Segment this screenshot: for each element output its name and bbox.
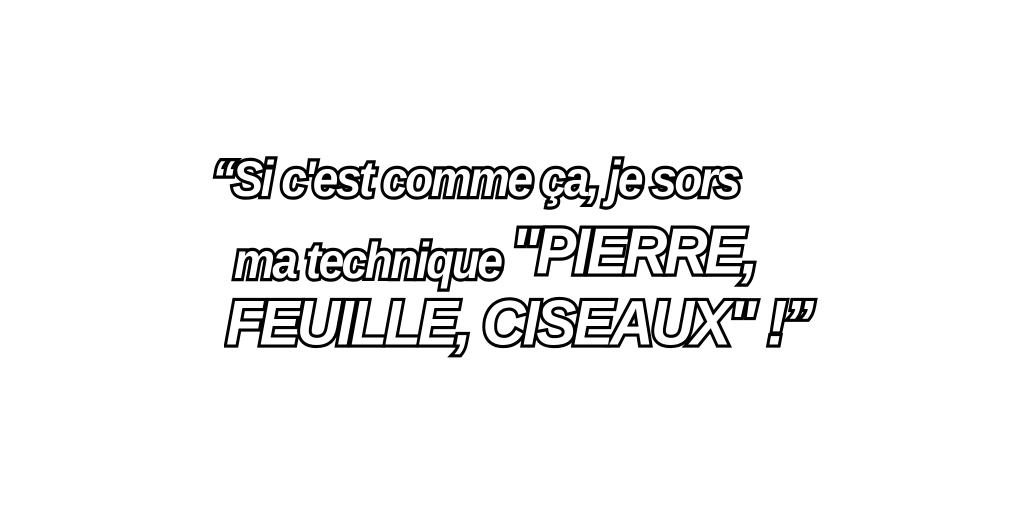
quote-line-1: “Si c'est comme ça, je sors	[209, 150, 744, 207]
quote-text-block: “Si c'est comme ça, je sors ma technique…	[0, 0, 1024, 512]
quote-line-2: ma technique "PIERRE,	[231, 216, 761, 289]
quote-line-2-emphasis: "PIERRE,	[508, 215, 761, 288]
quote-line-2-prefix: ma technique	[231, 232, 511, 289]
quote-line-3: FEUILLE, CISEAUX" !”	[223, 287, 817, 359]
